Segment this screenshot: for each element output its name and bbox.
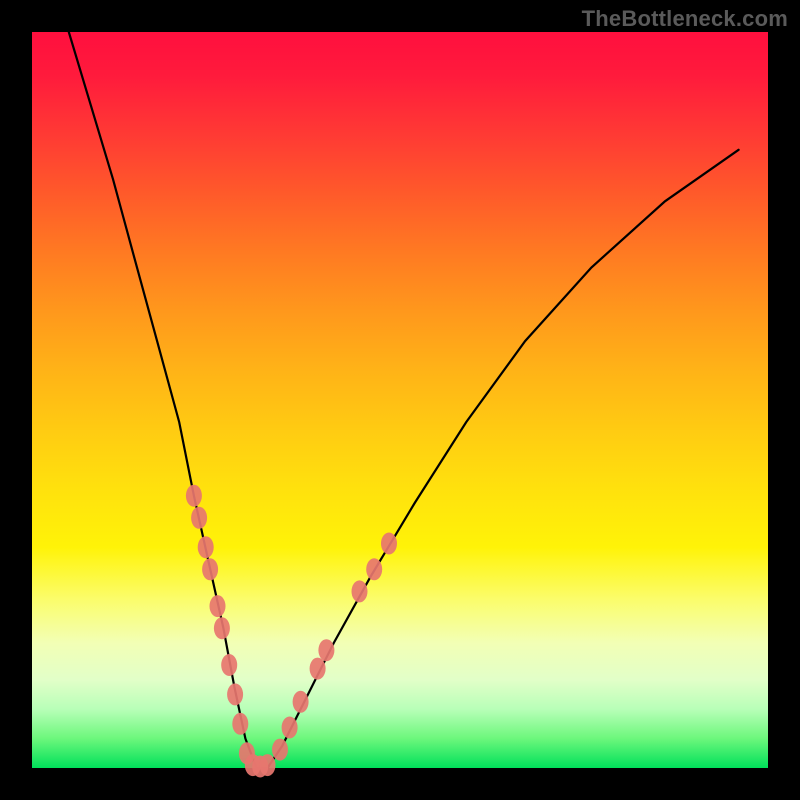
curve-marker [214, 617, 230, 639]
bottleneck-curve-path [69, 32, 739, 768]
curve-marker [198, 536, 214, 558]
curve-marker [272, 739, 288, 761]
curve-marker [310, 658, 326, 680]
chart-frame: TheBottleneck.com [0, 0, 800, 800]
curve-marker [366, 558, 382, 580]
curve-marker [202, 558, 218, 580]
curve-marker [191, 507, 207, 529]
chart-svg [32, 32, 768, 768]
marker-cluster [186, 485, 397, 778]
curve-marker [352, 580, 368, 602]
curve-marker [318, 639, 334, 661]
curve-marker [232, 713, 248, 735]
curve-marker [260, 754, 276, 776]
curve-marker [282, 717, 298, 739]
curve-marker [293, 691, 309, 713]
watermark-text: TheBottleneck.com [582, 6, 788, 32]
plot-area [32, 32, 768, 768]
curve-marker [227, 683, 243, 705]
curve-marker [186, 485, 202, 507]
curve-marker [221, 654, 237, 676]
curve-marker [381, 533, 397, 555]
curve-marker [210, 595, 226, 617]
